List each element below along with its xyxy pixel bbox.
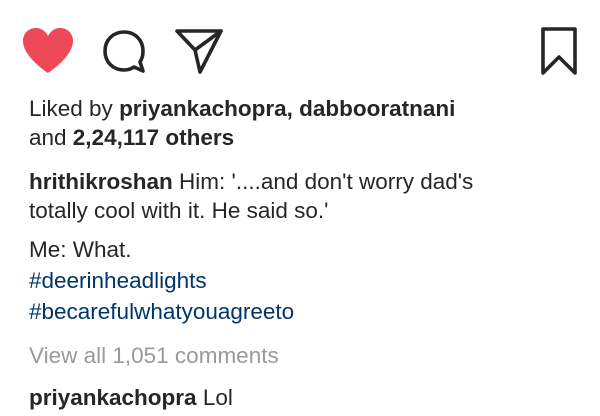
hashtag-link-2[interactable]: #becarefulwhatyouagreeto xyxy=(29,297,589,326)
hashtag-link-1[interactable]: #deerinheadlights xyxy=(29,266,589,295)
liker-username-2[interactable]: dabbooratnani xyxy=(299,96,455,121)
likes-others-count[interactable]: 2,24,117 others xyxy=(73,125,234,150)
comment-item: priyankachopra Lol xyxy=(29,383,589,412)
caption-text-line-2: totally cool with it. He said so.' xyxy=(29,198,329,223)
likes-and: and xyxy=(29,125,73,150)
caption-text-line-1: Him: '....and don't worry dad's xyxy=(172,169,474,194)
likes-separator: , xyxy=(286,96,300,121)
bookmark-icon[interactable] xyxy=(537,25,581,77)
comment-username[interactable]: priyankachopra xyxy=(29,385,197,410)
action-bar xyxy=(0,0,600,95)
heart-filled-icon[interactable] xyxy=(20,26,76,76)
liker-username-1[interactable]: priyankachopra xyxy=(119,96,287,121)
caption: hrithikroshan Him: '....and don't worry … xyxy=(29,167,589,225)
likes-prefix: Liked by xyxy=(29,96,120,121)
likes-summary: Liked by priyankachopra, dabbooratnani a… xyxy=(29,94,589,152)
caption-username[interactable]: hrithikroshan xyxy=(29,169,173,194)
comment-bubble-icon[interactable] xyxy=(99,27,149,77)
caption-text-line-3: Me: What. xyxy=(29,237,132,262)
view-all-comments-link[interactable]: View all 1,051 comments xyxy=(29,341,589,370)
paper-plane-icon[interactable] xyxy=(173,26,225,76)
comment-text: Lol xyxy=(196,385,233,410)
